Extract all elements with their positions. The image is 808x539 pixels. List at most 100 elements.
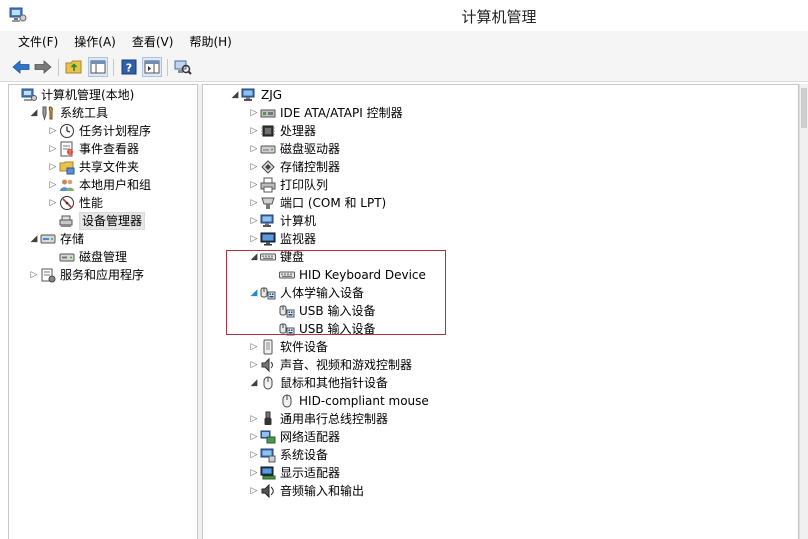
folder-up-icon[interactable] [64, 57, 84, 77]
disk-drive-icon [260, 141, 276, 157]
console-tree-item[interactable]: ▷ 本地用户和组 [47, 176, 151, 194]
console-tree-item[interactable]: 磁盘管理 [47, 248, 127, 266]
expand-arrow-icon[interactable]: ▷ [248, 104, 260, 122]
expand-arrow-icon[interactable]: ▷ [47, 176, 59, 194]
expand-arrow-icon[interactable]: ▷ [248, 158, 260, 176]
device-tree-item[interactable]: ◢ 鼠标和其他指针设备 [248, 374, 388, 392]
console-tree-item[interactable]: ▷ 任务计划程序 [47, 122, 151, 140]
console-tree-item[interactable]: ▷! 事件查看器 [47, 140, 139, 158]
device-tree-item[interactable]: HID Keyboard Device [267, 266, 426, 284]
device-tree-item[interactable]: ▷ 软件设备 [248, 338, 328, 356]
console-tree-item[interactable]: ▷ 服务和应用程序 [28, 266, 144, 284]
device-tree-item[interactable]: ▷ 磁盘驱动器 [248, 140, 340, 158]
device-tree-item[interactable]: ▷ 通用串行总线控制器 [248, 410, 388, 428]
expand-arrow-icon[interactable]: ▷ [248, 482, 260, 500]
console-tree-item[interactable]: 计算机管理(本地) [9, 86, 134, 104]
collapse-arrow-icon[interactable]: ◢ [248, 248, 260, 266]
expand-arrow-icon[interactable]: ▷ [248, 212, 260, 230]
device-tree-item[interactable]: ▷ 声音、视频和游戏控制器 [248, 356, 412, 374]
menu-help[interactable]: 帮助(H) [181, 31, 239, 53]
expand-arrow-icon[interactable]: ▷ [248, 446, 260, 464]
device-tree-pane[interactable]: ◢ ZJG ▷ IDE ATA/ATAPI 控制器 ▷ 处理器 ▷ 磁盘驱动器 ▷ 存储控制器 ▷ 打… [202, 84, 799, 539]
expand-arrow-icon[interactable]: ▷ [248, 356, 260, 374]
console-tree-pane[interactable]: 计算机管理(本地) ◢ 系统工具 ▷ 任务计划程序 ▷! 事件查看器 ▷ 共享文件夹 ▷ 本地用户和… [8, 84, 198, 539]
expand-arrow-icon[interactable]: ▷ [47, 158, 59, 176]
expand-arrow-icon[interactable]: ▷ [248, 140, 260, 158]
audio-io-icon [260, 483, 276, 499]
console-tree-item-label: 系统工具 [60, 106, 109, 120]
device-tree-item[interactable]: ▷ 监视器 [248, 230, 316, 248]
collapse-arrow-icon[interactable]: ◢ [28, 230, 40, 248]
device-tree-item[interactable]: ▷ IDE ATA/ATAPI 控制器 [248, 104, 403, 122]
ide-controller-icon [260, 105, 276, 121]
system-device-icon [260, 447, 276, 463]
collapse-arrow-icon[interactable]: ◢ [28, 104, 40, 122]
console-tree-item-label: 性能 [79, 196, 104, 210]
collapse-arrow-icon[interactable]: ◢ [248, 284, 260, 302]
storage-icon [40, 231, 56, 247]
expand-arrow-icon[interactable]: ▷ [248, 230, 260, 248]
vertical-scrollbar[interactable] [799, 84, 808, 539]
expand-arrow-icon[interactable]: ▷ [47, 140, 59, 158]
help-icon[interactable]: ? [119, 57, 139, 77]
console-tree-item[interactable]: ▷ 共享文件夹 [47, 158, 139, 176]
console-tree-item[interactable]: ◢ 存储 [28, 230, 84, 248]
device-tree-item[interactable]: ▷ 处理器 [248, 122, 316, 140]
device-tree-item[interactable]: ◢ ZJG [229, 86, 283, 104]
storage-controller-icon [260, 159, 276, 175]
forward-arrow-icon[interactable] [33, 57, 53, 77]
action-pane-icon[interactable] [142, 57, 162, 77]
collapse-arrow-icon[interactable]: ◢ [229, 86, 241, 104]
expand-arrow-icon[interactable]: ▷ [47, 122, 59, 140]
expand-arrow-icon[interactable]: ▷ [248, 176, 260, 194]
device-tree-item[interactable]: ▷ 显示适配器 [248, 464, 340, 482]
back-arrow-icon[interactable] [11, 57, 31, 77]
expand-arrow-icon[interactable]: ▷ [248, 410, 260, 428]
device-tree-item[interactable]: ▷ 网络适配器 [248, 428, 340, 446]
device-tree-item[interactable]: ▷ 存储控制器 [248, 158, 340, 176]
processor-icon [260, 123, 276, 139]
console-tree-item[interactable]: ▷ 性能 [47, 194, 103, 212]
device-tree-item[interactable]: ▷ 音频输入和输出 [248, 482, 364, 500]
expand-arrow-icon[interactable]: ▷ [248, 338, 260, 356]
device-tree-item[interactable]: ◢ 人体学输入设备 [248, 284, 364, 302]
device-tree-item[interactable]: ▷ 计算机 [248, 212, 316, 230]
device-tree-item-label: 处理器 [280, 124, 317, 138]
menu-action[interactable]: 操作(A) [66, 31, 124, 53]
menu-file[interactable]: 文件(F) [10, 31, 66, 53]
device-tree-item[interactable]: ▷ 系统设备 [248, 446, 328, 464]
device-tree-item[interactable]: USB 输入设备 [267, 302, 375, 320]
device-tree-item-label: 磁盘驱动器 [280, 142, 341, 156]
device-tree-item[interactable]: ▷ 端口 (COM 和 LPT) [248, 194, 387, 212]
console-tree-item[interactable]: ◢ 系统工具 [28, 104, 108, 122]
device-tree-item-label: 打印队列 [280, 178, 329, 192]
console-tree-item[interactable]: 设备管理器 [47, 212, 146, 230]
expand-arrow-icon[interactable]: ▷ [47, 194, 59, 212]
device-tree-item[interactable]: USB 输入设备 [267, 320, 375, 338]
menu-view[interactable]: 查看(V) [124, 31, 182, 53]
disk-management-icon [59, 249, 75, 265]
device-tree-item[interactable]: HID-compliant mouse [267, 392, 429, 410]
expand-arrow-icon[interactable]: ▷ [248, 194, 260, 212]
expand-arrow-icon[interactable]: ▷ [248, 122, 260, 140]
scan-hardware-icon[interactable] [173, 57, 193, 77]
show-hide-tree-icon[interactable] [88, 57, 108, 77]
device-tree-item-label: 显示适配器 [280, 466, 341, 480]
device-tree-item[interactable]: ◢ 键盘 [248, 248, 304, 266]
device-tree-item-label: USB 输入设备 [299, 322, 376, 336]
hid-icon [279, 321, 295, 337]
hid-icon [279, 303, 295, 319]
collapse-arrow-icon[interactable]: ◢ [248, 374, 260, 392]
device-tree-item-label: 网络适配器 [280, 430, 341, 444]
console-tree-item-label: 计算机管理(本地) [41, 88, 135, 102]
device-tree-item[interactable]: ▷ 打印队列 [248, 176, 328, 194]
scrollbar-thumb[interactable] [801, 88, 807, 128]
monitor-icon [260, 231, 276, 247]
expand-arrow-icon[interactable]: ▷ [248, 428, 260, 446]
expand-arrow-icon[interactable]: ▷ [28, 266, 40, 284]
expand-arrow-icon[interactable]: ▷ [248, 464, 260, 482]
computer-icon [241, 87, 257, 103]
